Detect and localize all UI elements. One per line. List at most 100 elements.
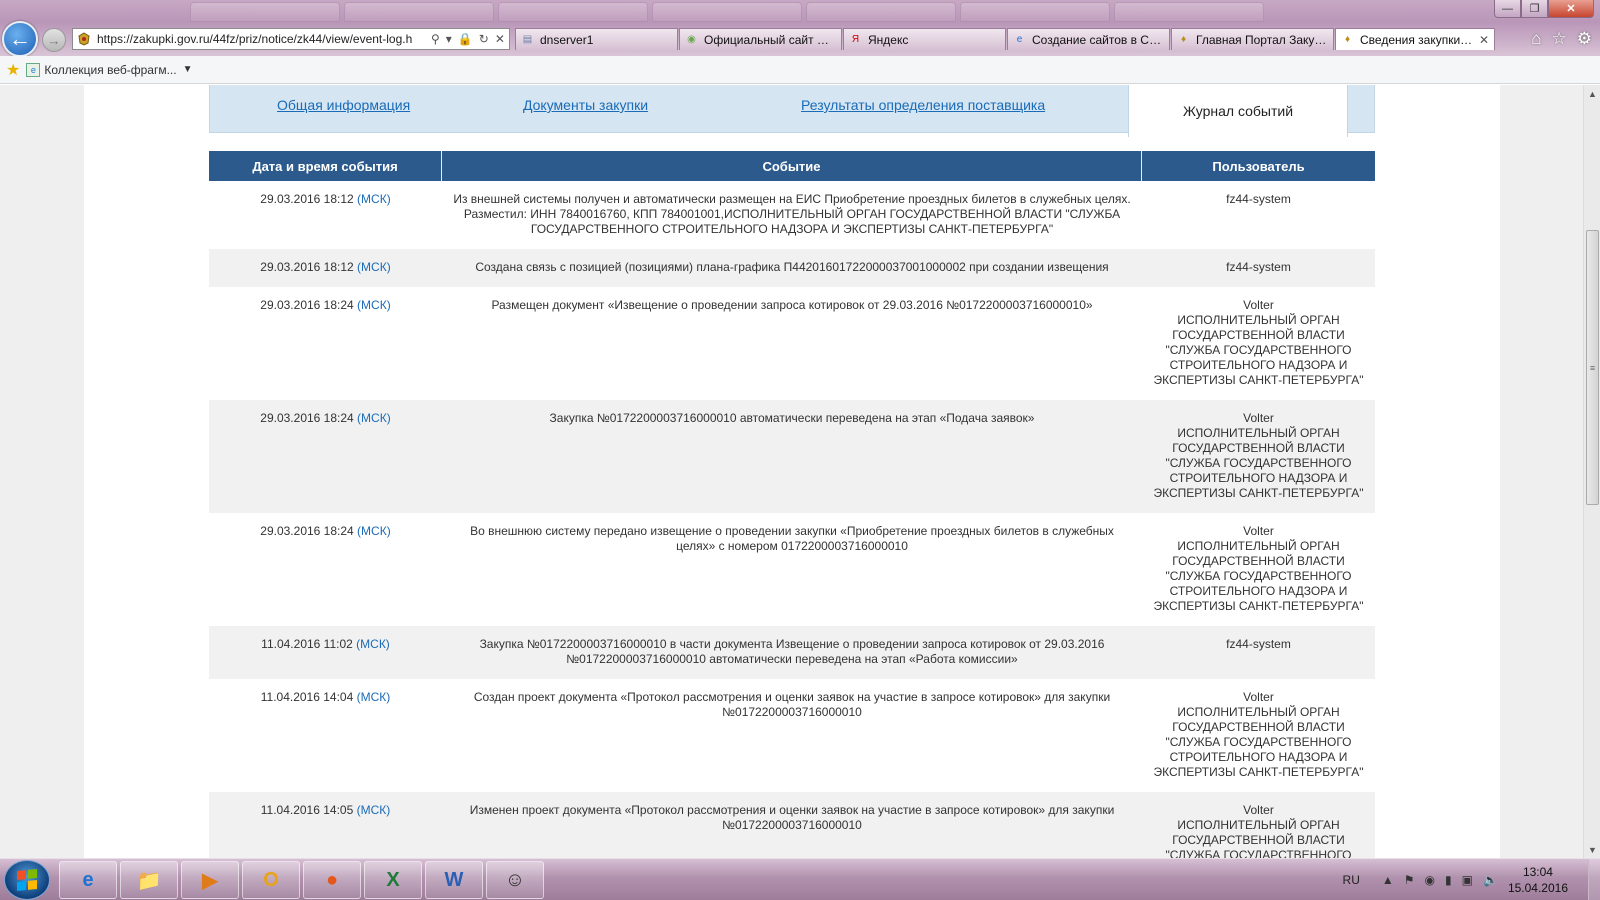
event-user-line: ГОСУДАРСТВЕННОЙ ВЛАСТИ bbox=[1172, 554, 1345, 568]
column-header-datetime[interactable]: Дата и время события bbox=[209, 151, 442, 181]
event-datetime-cell: 29.03.2016 18:12 (МСК) bbox=[209, 181, 442, 249]
event-user-line: ГОСУДАРСТВЕННОЙ ВЛАСТИ bbox=[1172, 833, 1345, 847]
scroll-down-arrow-icon[interactable]: ▼ bbox=[1584, 841, 1600, 858]
event-user-line: "СЛУЖБА ГОСУДАРСТВЕННОГО bbox=[1165, 848, 1352, 858]
favorites-add-icon[interactable]: ★ bbox=[6, 60, 20, 80]
word-icon[interactable]: W bbox=[425, 861, 483, 899]
timezone-link[interactable]: (МСК) bbox=[357, 298, 391, 312]
web-slice-gallery-icon: e bbox=[26, 62, 41, 77]
excel-icon[interactable]: X bbox=[364, 861, 422, 899]
timezone-link[interactable]: (МСК) bbox=[357, 524, 391, 538]
app-avatar-icon[interactable]: ☺ bbox=[486, 861, 544, 899]
web-slice-gallery-link[interactable]: Коллекция веб-фрагм... bbox=[44, 63, 176, 77]
lock-icon[interactable]: 🔒 bbox=[458, 32, 473, 46]
tab-general-info[interactable]: Общая информация bbox=[277, 97, 410, 113]
show-desktop-button[interactable] bbox=[1588, 859, 1600, 900]
event-datetime-cell: 29.03.2016 18:24 (МСК) bbox=[209, 400, 442, 513]
event-user-line: ГОСУДАРСТВЕННОЙ ВЛАСТИ bbox=[1172, 441, 1345, 455]
update-icon[interactable]: ◉ bbox=[1425, 873, 1435, 887]
tab-event-log[interactable]: Журнал событий bbox=[1128, 85, 1348, 137]
chevron-down-icon[interactable]: ▼ bbox=[183, 64, 193, 75]
clock[interactable]: 13:04 15.04.2016 bbox=[1508, 864, 1568, 896]
browser-tab[interactable]: Я Яндекс bbox=[843, 28, 1006, 50]
browser-tab[interactable]: ♦ Главная Портал Закуп... bbox=[1171, 28, 1334, 50]
tab-supplier-results[interactable]: Результаты определения поставщика bbox=[801, 97, 1045, 113]
dropdown-icon[interactable]: ▾ bbox=[446, 32, 452, 46]
address-bar[interactable]: ⚲ ▾ 🔒 ↻ ✕ bbox=[72, 28, 510, 50]
stop-icon[interactable]: ✕ bbox=[495, 32, 505, 46]
event-user-line: ЭКСПЕРТИЗЫ САНКТ-ПЕТЕРБУРГА" bbox=[1153, 765, 1364, 779]
back-button[interactable]: ← bbox=[2, 21, 38, 57]
column-header-user[interactable]: Пользователь bbox=[1142, 151, 1375, 181]
table-header-row: Дата и время события Событие Пользовател… bbox=[209, 151, 1375, 181]
language-indicator[interactable]: RU bbox=[1343, 873, 1360, 887]
table-row: 11.04.2016 11:02 (МСК) Закупка №017220000… bbox=[209, 626, 1375, 679]
favorites-star-icon[interactable]: ☆ bbox=[1552, 29, 1567, 49]
network-icon[interactable]: ▣ bbox=[1462, 873, 1473, 887]
browser-tab[interactable]: e Создание сайтов в Сан... bbox=[1007, 28, 1170, 50]
volume-icon[interactable]: 🔈 bbox=[1483, 873, 1498, 887]
event-datetime-cell: 29.03.2016 18:12 (МСК) bbox=[209, 249, 442, 287]
event-datetime: 11.04.2016 14:05 bbox=[260, 803, 354, 817]
event-datetime-cell: 11.04.2016 14:04 (МСК) bbox=[209, 679, 442, 792]
settings-gear-icon[interactable]: ⚙ bbox=[1577, 29, 1592, 49]
search-icon[interactable]: ⚲ bbox=[431, 32, 440, 46]
event-datetime-cell: 11.04.2016 11:02 (МСК) bbox=[209, 626, 442, 679]
home-icon[interactable]: ⌂ bbox=[1531, 29, 1541, 49]
yandex-icon: Я bbox=[851, 34, 860, 45]
timezone-link[interactable]: (МСК) bbox=[357, 411, 391, 425]
browser-tab[interactable]: ◉ Официальный сайт Сл... bbox=[679, 28, 842, 50]
scroll-up-arrow-icon[interactable]: ▲ bbox=[1584, 85, 1600, 102]
emblem-icon: ♦ bbox=[1180, 34, 1187, 45]
window-controls: — ❐ ✕ bbox=[1494, 0, 1594, 18]
browser-titlebar: — ❐ ✕ ← → ⚲ ▾ 🔒 ↻ ✕ ▤ dnserver1 ◉ Официальн… bbox=[0, 0, 1600, 57]
timezone-link[interactable]: (МСК) bbox=[356, 637, 390, 651]
event-user-line: ИСПОЛНИТЕЛЬНЫЙ ОРГАН bbox=[1177, 539, 1340, 553]
file-explorer-icon[interactable]: 📁 bbox=[120, 861, 178, 899]
timezone-link[interactable]: (МСК) bbox=[357, 260, 391, 274]
timezone-link[interactable]: (МСК) bbox=[357, 803, 391, 817]
event-description: Во внешнюю систему передано извещение о … bbox=[470, 524, 1114, 553]
outlook-icon[interactable]: O bbox=[242, 861, 300, 899]
browser-tab[interactable]: ▤ dnserver1 bbox=[515, 28, 678, 50]
vertical-scrollbar[interactable]: ▲ ≡ ▼ bbox=[1583, 85, 1600, 858]
event-user-cell: Volter ИСПОЛНИТЕЛЬНЫЙ ОРГАН ГОСУДАРСТВЕННО… bbox=[1142, 792, 1375, 858]
timezone-link[interactable]: (МСК) bbox=[357, 690, 391, 704]
table-row: 29.03.2016 18:24 (МСК) Размещен документ … bbox=[209, 287, 1375, 400]
refresh-icon[interactable]: ↻ bbox=[479, 32, 489, 46]
event-datetime-cell: 29.03.2016 18:24 (МСК) bbox=[209, 513, 442, 626]
browser-tab-label: Официальный сайт Сл... bbox=[704, 32, 836, 47]
media-player-icon[interactable]: ▶ bbox=[181, 861, 239, 899]
action-center-flag-icon[interactable]: ⚑ bbox=[1404, 873, 1415, 887]
event-datetime-cell: 29.03.2016 18:24 (МСК) bbox=[209, 287, 442, 400]
start-button[interactable] bbox=[4, 860, 50, 900]
scroll-thumb[interactable]: ≡ bbox=[1586, 230, 1599, 505]
event-description: Создан проект документа «Протокол рассмо… bbox=[473, 690, 1111, 719]
column-header-event[interactable]: Событие bbox=[442, 151, 1142, 181]
ghost-tab bbox=[806, 2, 956, 22]
emblem-icon bbox=[78, 32, 90, 46]
tab-procurement-documents[interactable]: Документы закупки bbox=[523, 97, 648, 113]
browser-tab[interactable]: ♦ Сведения закупки ЗК ✕ bbox=[1335, 28, 1495, 50]
page-icon: ▤ bbox=[522, 34, 533, 45]
browser-toolbar-icons: ⌂ ☆ ⚙ bbox=[1531, 29, 1592, 49]
close-window-button[interactable]: ✕ bbox=[1548, 0, 1594, 18]
minimize-button[interactable]: — bbox=[1494, 0, 1521, 18]
show-hidden-icons-icon[interactable]: ▲ bbox=[1382, 873, 1394, 887]
firefox-icon[interactable]: ● bbox=[303, 861, 361, 899]
system-tray: RU ▲ ⚑ ◉ ▮ ▣ 🔈 13:04 15.04.2016 bbox=[1343, 859, 1600, 900]
browser-tabs: ▤ dnserver1 ◉ Официальный сайт Сл... Я Яндекс… bbox=[515, 28, 1496, 50]
power-icon[interactable]: ▮ bbox=[1445, 873, 1452, 887]
url-input[interactable] bbox=[97, 32, 427, 46]
timezone-link[interactable]: (МСК) bbox=[357, 192, 391, 206]
forward-button[interactable]: → bbox=[42, 28, 66, 52]
internet-explorer-icon[interactable]: e bbox=[59, 861, 117, 899]
browser-tab-label: dnserver1 bbox=[540, 32, 594, 47]
event-datetime: 29.03.2016 18:24 bbox=[260, 524, 354, 538]
windows-logo-icon bbox=[17, 868, 37, 892]
event-description: Закупка №0172200003716000010 в части док… bbox=[442, 626, 1142, 679]
event-user-line: Volter bbox=[1243, 298, 1274, 312]
ghost-tab bbox=[1114, 2, 1264, 22]
restore-button[interactable]: ❐ bbox=[1521, 0, 1548, 18]
close-tab-icon[interactable]: ✕ bbox=[1479, 33, 1489, 47]
